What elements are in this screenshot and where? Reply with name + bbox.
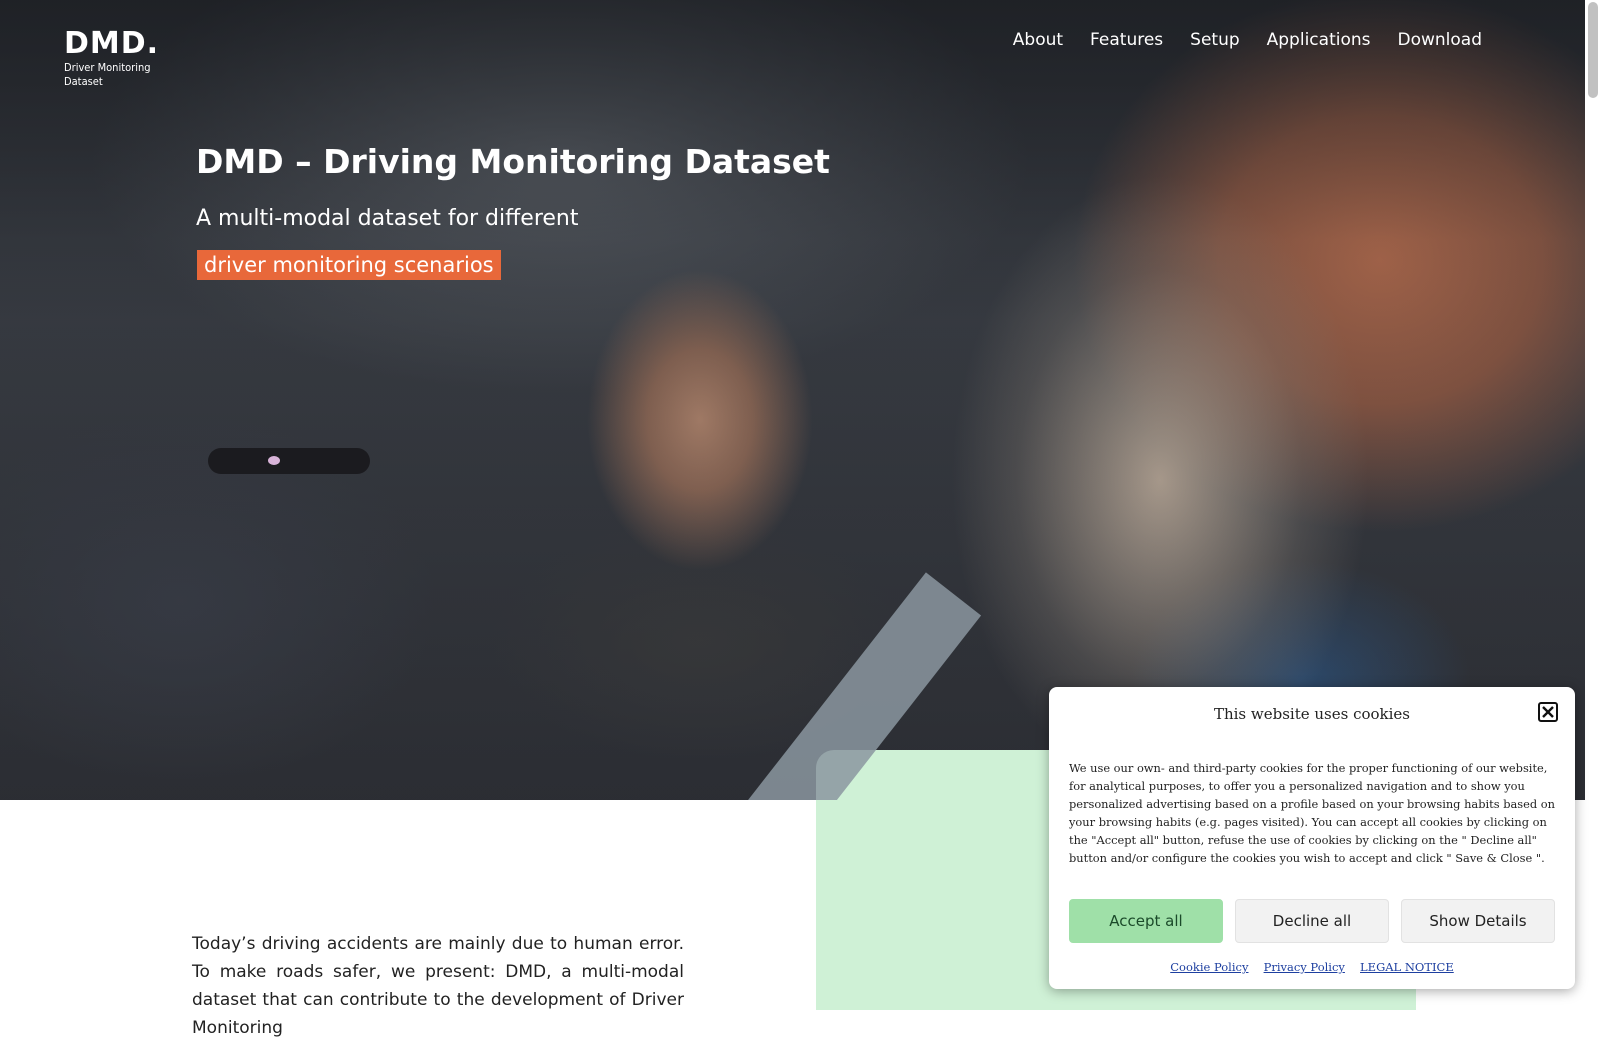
- hero-highlight: driver monitoring scenarios: [197, 250, 501, 280]
- hero-title: DMD – Driving Monitoring Dataset: [196, 142, 830, 181]
- nav-setup[interactable]: Setup: [1190, 28, 1239, 52]
- legal-notice-link[interactable]: LEGAL NOTICE: [1360, 960, 1454, 974]
- nav-download[interactable]: Download: [1397, 28, 1482, 52]
- scrollbar-track[interactable]: [1585, 0, 1600, 1000]
- main-nav: About Features Setup Applications Downlo…: [1013, 28, 1482, 52]
- cookie-button-row: Accept all Decline all Show Details: [1069, 899, 1555, 943]
- accept-all-button[interactable]: Accept all: [1069, 899, 1223, 943]
- logo-subtitle-line1: Driver Monitoring: [64, 61, 151, 74]
- scrollbar-thumb[interactable]: [1588, 2, 1598, 98]
- camera-lens: [268, 456, 280, 465]
- privacy-policy-link[interactable]: Privacy Policy: [1264, 960, 1345, 974]
- site-logo[interactable]: DMD. Driver Monitoring Dataset: [64, 28, 159, 88]
- show-details-button[interactable]: Show Details: [1401, 899, 1555, 943]
- cookie-policy-link[interactable]: Cookie Policy: [1170, 960, 1248, 974]
- cookie-title: This website uses cookies: [1213, 705, 1411, 723]
- intro-paragraph: Today’s driving accidents are mainly due…: [192, 934, 684, 1038]
- dashboard-camera: [208, 448, 370, 474]
- cookie-body-text: We use our own- and third-party cookies …: [1069, 761, 1555, 865]
- logo-subtitle-line2: Dataset: [64, 75, 103, 88]
- hero-section: DMD. Driver Monitoring Dataset About Fea…: [0, 0, 1585, 800]
- nav-applications[interactable]: Applications: [1267, 28, 1371, 52]
- cookie-links: Cookie Policy Privacy Policy LEGAL NOTIC…: [1049, 956, 1575, 975]
- close-icon[interactable]: [1538, 702, 1558, 722]
- nav-features[interactable]: Features: [1090, 28, 1163, 52]
- nav-about[interactable]: About: [1013, 28, 1063, 52]
- decline-all-button[interactable]: Decline all: [1235, 899, 1389, 943]
- logo-mark: DMD.: [64, 26, 160, 61]
- hero-subtitle: A multi-modal dataset for different: [196, 206, 579, 231]
- cookie-consent-dialog: This website uses cookies We use our own…: [1049, 687, 1575, 989]
